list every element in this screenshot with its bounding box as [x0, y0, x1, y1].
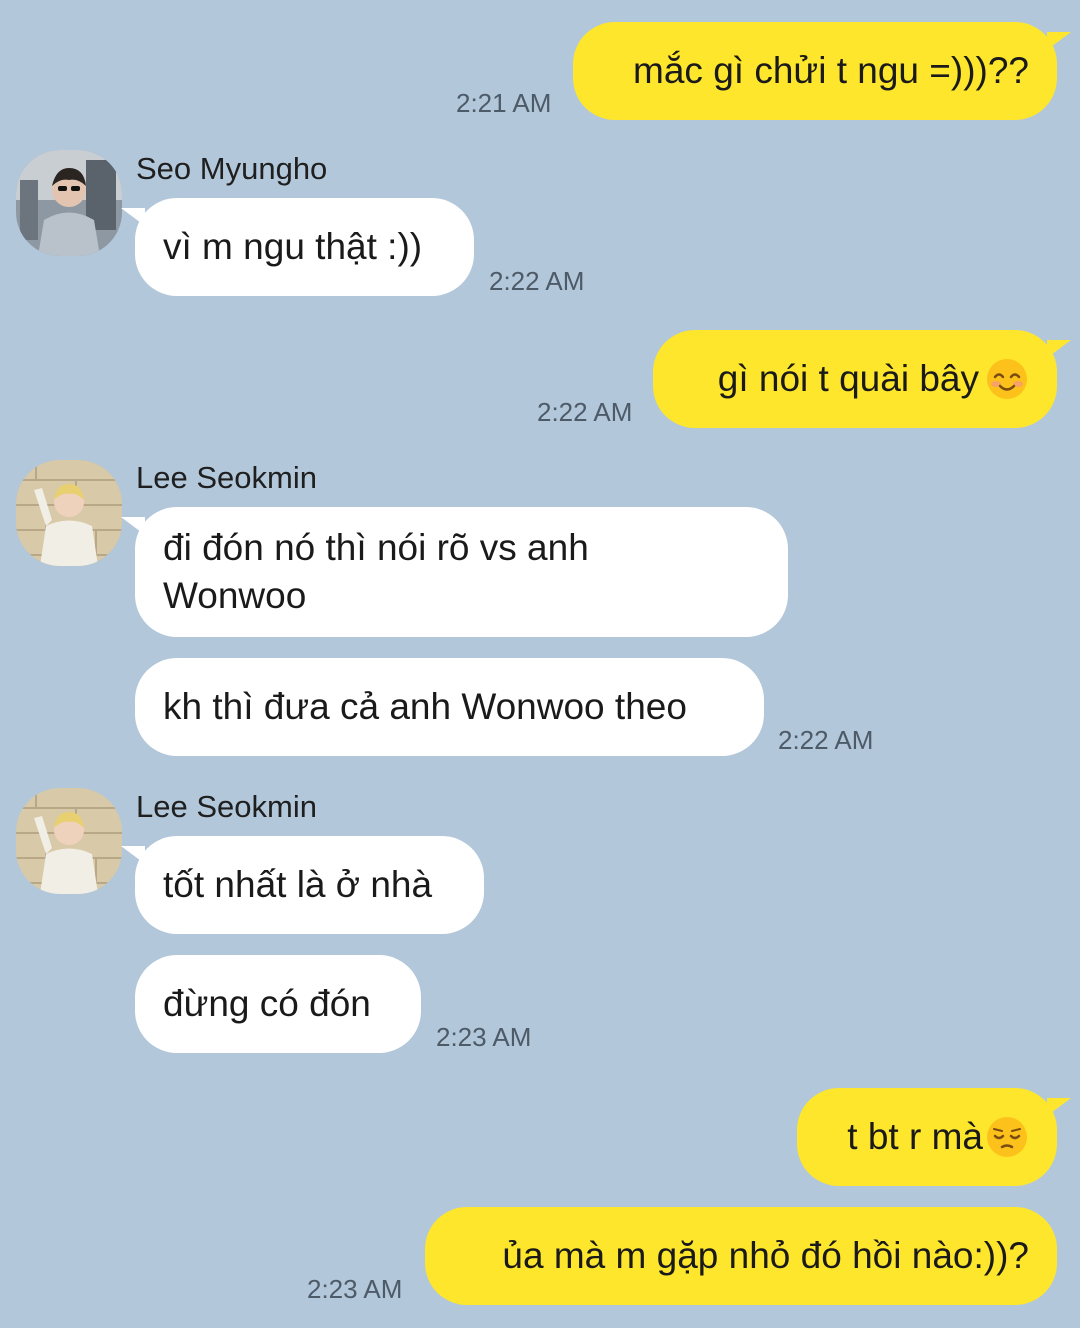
pensive-face-icon: [985, 1115, 1029, 1159]
message-text: đi đón nó thì nói rõ vs anh Wonwoo: [163, 527, 589, 616]
message-timestamp: 2:23 AM: [436, 1022, 532, 1052]
message-timestamp: 2:21 AM: [456, 88, 552, 118]
avatar-lee-seokmin[interactable]: [16, 460, 122, 566]
message-text: tốt nhất là ở nhà: [163, 864, 433, 905]
my-message-bubble[interactable]: gì nói t quài bây: [653, 330, 1071, 428]
message-text: vì m ngu thật :)): [163, 226, 423, 267]
message-bubble[interactable]: đừng có đón: [135, 955, 421, 1053]
message-timestamp: 2:23 AM: [307, 1274, 403, 1304]
message-text: mắc gì chửi t ngu =)))??: [633, 50, 1029, 91]
my-message-bubble[interactable]: t bt r mà: [797, 1088, 1071, 1186]
message-bubble[interactable]: vì m ngu thật :)): [121, 198, 474, 296]
message-text: t bt r mà: [847, 1116, 983, 1157]
message-bubble[interactable]: đi đón nó thì nói rõ vs anh Wonwoo: [121, 507, 788, 637]
smiling-face-icon: [985, 357, 1029, 401]
my-message-bubble[interactable]: ủa mà m gặp nhỏ đó hồi nào:))?: [425, 1207, 1057, 1305]
sender-name: Seo Myungho: [136, 151, 328, 186]
sender-name: Lee Seokmin: [136, 460, 317, 495]
my-message-bubble[interactable]: mắc gì chửi t ngu =)))??: [573, 22, 1071, 120]
message-bubble[interactable]: kh thì đưa cả anh Wonwoo theo: [135, 658, 764, 756]
message-text: đừng có đón: [163, 983, 371, 1024]
message-text: kh thì đưa cả anh Wonwoo theo: [163, 686, 687, 727]
message-text: ủa mà m gặp nhỏ đó hồi nào:))?: [502, 1235, 1029, 1276]
message-timestamp: 2:22 AM: [778, 725, 874, 755]
message-timestamp: 2:22 AM: [537, 397, 633, 427]
message-bubble[interactable]: tốt nhất là ở nhà: [121, 836, 484, 934]
message-text: gì nói t quài bây: [717, 358, 979, 399]
avatar-lee-seokmin[interactable]: [16, 788, 122, 894]
avatar-seo-myungho[interactable]: [16, 150, 122, 256]
message-timestamp: 2:22 AM: [489, 266, 585, 296]
sender-name: Lee Seokmin: [136, 789, 317, 824]
